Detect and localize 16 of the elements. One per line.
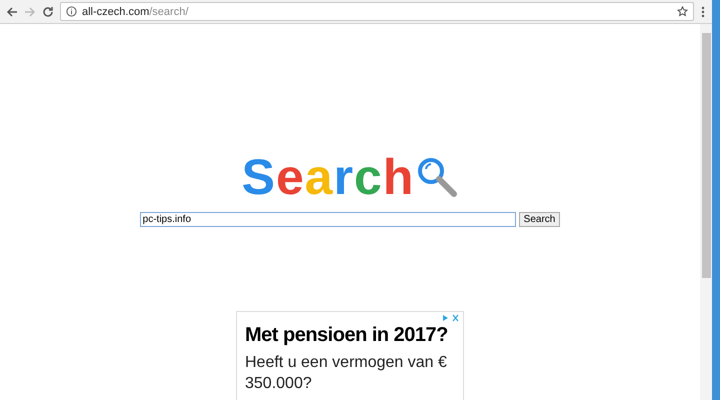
search-button[interactable]: Search	[518, 212, 560, 227]
address-bar[interactable]: all-czech.com/search/	[60, 2, 694, 21]
menu-icon[interactable]	[700, 6, 706, 18]
info-icon	[66, 6, 77, 17]
ad-headline[interactable]: Met pensioen in 2017?	[245, 324, 455, 347]
scrollbar[interactable]	[700, 24, 712, 400]
ad-choices-icon[interactable]	[442, 314, 460, 322]
back-icon[interactable]	[6, 6, 18, 18]
star-icon[interactable]	[677, 6, 688, 17]
ad-text: Heeft u een vermogen van € 350.000?	[245, 353, 448, 394]
search-field[interactable]: pc-tips.info	[140, 212, 516, 227]
url-path: /search/	[149, 6, 188, 18]
magnifier-icon	[416, 156, 458, 198]
reload-icon[interactable]	[42, 6, 54, 18]
logo-text: Search	[242, 152, 414, 202]
url-host: all-czech.com	[82, 6, 150, 18]
